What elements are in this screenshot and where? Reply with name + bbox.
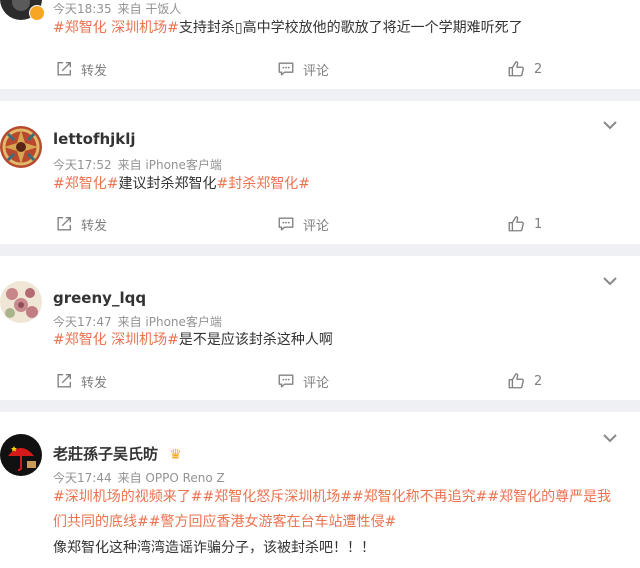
repost-label: 转发 — [81, 63, 108, 79]
repost-icon — [55, 215, 73, 233]
username-text: 老莊孫子吴氏昉 — [53, 445, 159, 463]
comment-meta: 今天18:35 来自 干饭人 — [53, 0, 187, 17]
like-button[interactable]: 2 — [507, 370, 542, 392]
hashtag-link[interactable]: #封杀郑智化# — [216, 176, 309, 192]
repost-icon — [55, 60, 73, 78]
comment-actions: 转发 评论 2 — [0, 58, 640, 80]
hashtag-link[interactable]: #深圳机场的视频来了##郑智化怒斥深圳机场##郑智化称不再追究##郑智化的尊严是… — [53, 489, 611, 530]
comment-label: 评论 — [303, 218, 330, 234]
comment-time: 今天18:35 — [53, 2, 112, 16]
avatar[interactable] — [0, 126, 42, 168]
comment-text-line2: 像郑智化这种湾湾造谣诈骗分子，该被封杀吧！！！ — [53, 540, 375, 556]
comment-actions: 转发 评论 2 — [0, 370, 640, 392]
hashtag-link[interactable]: #郑智化 深圳机场# — [53, 20, 179, 36]
username[interactable]: greeny_lqq — [53, 289, 146, 307]
comment-text: #郑智化 深圳机场#是不是应该封杀这种人啊 — [53, 328, 623, 353]
comment-actions: 转发 评论 1 — [0, 213, 640, 235]
comment-time: 今天17:52 — [53, 158, 112, 172]
comment-time: 今天17:47 — [53, 315, 112, 329]
thumbs-up-icon — [507, 215, 525, 233]
comment-source: 来自 iPhone客户端 — [117, 158, 222, 172]
like-count: 2 — [534, 373, 543, 389]
avatar[interactable] — [0, 281, 42, 323]
like-button[interactable]: 1 — [507, 213, 542, 235]
comment-body: 是不是应该封杀这种人啊 — [178, 332, 333, 348]
thumbs-up-icon — [507, 60, 525, 78]
hashtag-link[interactable]: #郑智化# — [53, 176, 118, 192]
repost-label: 转发 — [81, 218, 108, 234]
comment-card: lettofhjklj 今天17:52 来自 iPhone客户端 #郑智化#建议封… — [0, 101, 640, 244]
comment-source: 来自 iPhone客户端 — [117, 315, 222, 329]
comment-meta: 今天17:44 来自 OPPO Reno Z — [53, 469, 231, 486]
username[interactable]: 老莊孫子吴氏昉 ♛ — [53, 443, 182, 464]
comment-source: 来自 干饭人 — [117, 2, 182, 16]
username[interactable]: lettofhjklj — [53, 130, 136, 148]
comment-body: 支持封杀▯高中学校放他的歌放了将近一个学期难听死了 — [178, 20, 523, 36]
chevron-down-icon[interactable] — [602, 432, 618, 444]
comment-meta: 今天17:52 来自 iPhone客户端 — [53, 156, 228, 173]
comment-label: 评论 — [303, 375, 330, 391]
chevron-down-icon[interactable] — [602, 275, 618, 287]
verified-badge — [29, 5, 45, 21]
comment-card: greeny_lqq 今天17:47 来自 iPhone客户端 #郑智化 深圳机场… — [0, 256, 640, 400]
comment-icon — [277, 60, 295, 78]
like-button[interactable]: 2 — [507, 58, 542, 80]
repost-button[interactable]: 转发 — [55, 213, 107, 235]
comment-button[interactable]: 评论 — [277, 370, 329, 392]
comment-time: 今天17:44 — [53, 471, 112, 485]
thumbs-up-icon — [507, 372, 525, 390]
comment-text: #郑智化#建议封杀郑智化#封杀郑智化# — [53, 172, 623, 197]
comment-button[interactable]: 评论 — [277, 58, 329, 80]
hashtag-link[interactable]: #郑智化 深圳机场# — [53, 332, 179, 348]
comment-text: #郑智化 深圳机场#支持封杀▯高中学校放他的歌放了将近一个学期难听死了 — [53, 16, 623, 41]
comment-button[interactable]: 评论 — [277, 213, 329, 235]
comment-source: 来自 OPPO Reno Z — [117, 471, 225, 485]
like-count: 1 — [534, 216, 543, 232]
comment-icon — [277, 215, 295, 233]
repost-button[interactable]: 转发 — [55, 370, 107, 392]
repost-label: 转发 — [81, 375, 108, 391]
chevron-down-icon[interactable] — [602, 119, 618, 131]
comment-text: #深圳机场的视频来了##郑智化怒斥深圳机场##郑智化称不再追究##郑智化的尊严是… — [53, 485, 623, 535]
comment-icon — [277, 372, 295, 390]
comment-card: 老莊孫子吴氏昉 ♛ 今天17:44 来自 OPPO Reno Z #深圳机场的视频… — [0, 412, 640, 568]
comment-card: 今天18:35 来自 干饭人 #郑智化 深圳机场#支持封杀▯高中学校放他的歌放了将… — [0, 0, 640, 89]
comment-label: 评论 — [303, 63, 330, 79]
comment-body: 建议封杀郑智化 — [118, 176, 217, 192]
repost-button[interactable]: 转发 — [55, 58, 107, 80]
vip-crown-icon: ♛ — [169, 447, 182, 463]
avatar[interactable] — [0, 434, 42, 476]
repost-icon — [55, 372, 73, 390]
like-count: 2 — [534, 61, 543, 77]
